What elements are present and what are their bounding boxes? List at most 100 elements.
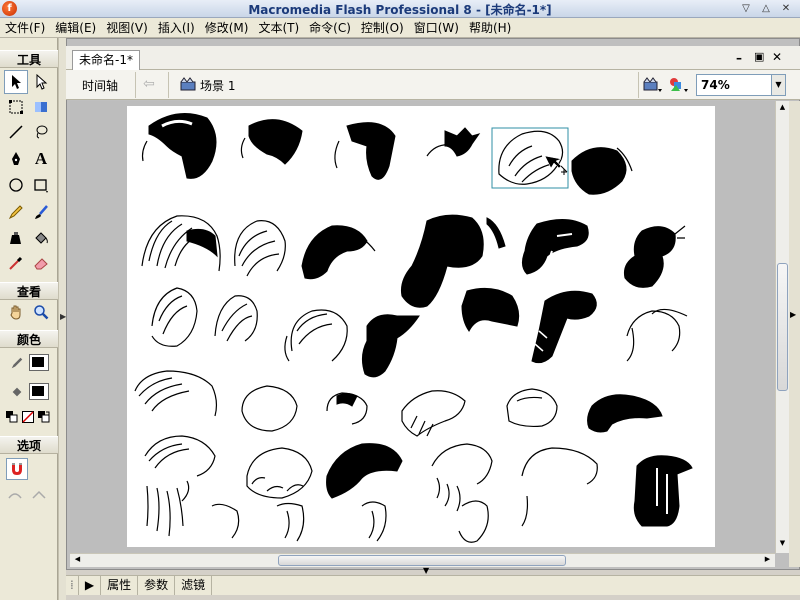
document-tab[interactable]: 未命名-1* (72, 50, 140, 70)
expand-right-panel-icon[interactable]: ▶ (790, 310, 796, 319)
edit-symbols-icon (670, 78, 688, 92)
edit-scene-button[interactable] (643, 76, 663, 94)
brush-tool-button[interactable] (29, 200, 53, 224)
tab-properties[interactable]: 属性 (101, 576, 139, 595)
expand-bottom-panel-icon[interactable]: ▼ (423, 566, 429, 575)
subselect-icon (36, 74, 48, 90)
scene-label[interactable]: 场景 1 (200, 77, 235, 94)
scroll-up-arrow-icon[interactable]: ▲ (777, 103, 788, 114)
straighten-button[interactable] (28, 486, 50, 506)
properties-panel-bar: ⁞ ▶ 属性 参数 滤镜 (66, 575, 800, 595)
pencil-icon (8, 205, 23, 220)
eyedropper-icon (9, 256, 23, 270)
menu-file[interactable]: 文件(F) (0, 18, 50, 38)
swap-colors-icon[interactable] (38, 411, 50, 423)
scroll-right-arrow-icon[interactable]: ▶ (762, 555, 773, 566)
menu-edit[interactable]: 编辑(E) (50, 18, 101, 38)
line-tool-button[interactable] (4, 120, 28, 144)
text-tool-button[interactable]: A (29, 147, 53, 171)
divider (638, 72, 639, 98)
straighten-icon (32, 490, 46, 499)
rectangle-tool-button[interactable] (29, 173, 53, 197)
stroke-pencil-icon (10, 356, 24, 370)
maximize-button[interactable]: △ (758, 1, 774, 16)
panel-expand-arrow-icon[interactable]: ▶ (79, 576, 102, 595)
oval-icon (9, 178, 23, 192)
menu-help[interactable]: 帮助(H) (464, 18, 516, 38)
lasso-icon (36, 125, 48, 139)
smooth-button[interactable] (4, 486, 26, 506)
paint-bucket-tool-button[interactable] (29, 226, 53, 250)
stage[interactable] (127, 106, 715, 547)
ink-bottle-tool-button[interactable] (4, 226, 28, 250)
hand-icon (10, 305, 21, 320)
text-icon: A (34, 149, 48, 168)
snap-to-objects-button[interactable] (6, 458, 28, 480)
eraser-tool-button[interactable] (29, 251, 53, 275)
pen-tool-button[interactable] (4, 147, 28, 171)
free-transform-tool-button[interactable] (4, 95, 28, 119)
menu-insert[interactable]: 插入(I) (153, 18, 200, 38)
arrow-tool-button[interactable] (4, 70, 28, 94)
no-color-icon[interactable] (22, 411, 34, 423)
menu-window[interactable]: 窗口(W) (409, 18, 464, 38)
horizontal-scrollbar[interactable]: ◀ ▶ (70, 553, 775, 567)
horizontal-scroll-thumb[interactable] (278, 555, 566, 566)
fill-bucket-icon (10, 385, 24, 399)
free-transform-icon (9, 100, 23, 114)
pencil-tool-button[interactable] (4, 200, 28, 224)
smooth-icon (8, 493, 22, 499)
eraser-icon (34, 258, 48, 270)
zoom-tool-button[interactable] (29, 300, 53, 324)
close-button[interactable]: ✕ (778, 1, 794, 16)
window-title: Macromedia Flash Professional 8 - [未命名-1… (248, 3, 552, 17)
line-icon (9, 125, 23, 139)
document-tab-bar (66, 46, 800, 70)
scroll-left-arrow-icon[interactable]: ◀ (72, 555, 83, 566)
menu-commands[interactable]: 命令(C) (304, 18, 356, 38)
menu-modify[interactable]: 修改(M) (200, 18, 254, 38)
rectangle-icon (34, 179, 48, 193)
divider (135, 72, 136, 98)
arrow-icon (12, 75, 21, 89)
colors-section-label: 颜色 (0, 330, 58, 348)
edit-symbols-button[interactable] (668, 76, 690, 94)
tools-section-label: 工具 (0, 50, 58, 68)
fill-color-swatch[interactable] (29, 383, 49, 400)
stroke-color-swatch[interactable] (29, 354, 49, 371)
tab-parameters[interactable]: 参数 (138, 576, 176, 595)
oval-tool-button[interactable] (4, 173, 28, 197)
vertical-scrollbar[interactable]: ▲ ▼ (775, 101, 789, 553)
edit-scene-icon (643, 77, 662, 92)
doc-close-button[interactable]: ✕ (772, 50, 782, 64)
divider (168, 72, 169, 98)
timeline-toggle[interactable]: 时间轴 (82, 77, 118, 94)
hair-clipart-artwork[interactable] (127, 106, 715, 547)
tab-filters[interactable]: 滤镜 (175, 576, 213, 595)
scene-clapper-icon (180, 77, 196, 91)
doc-minimize-button[interactable]: – (736, 51, 742, 65)
menu-view[interactable]: 视图(V) (101, 18, 153, 38)
brush-icon (35, 205, 48, 219)
right-panel-strip[interactable] (789, 101, 800, 567)
ink-bottle-icon (10, 232, 21, 244)
zoom-icon (34, 305, 49, 320)
minimize-button[interactable]: ▽ (738, 1, 754, 16)
gripper-icon[interactable]: ⁞ (66, 576, 79, 595)
magnet-icon (12, 463, 22, 475)
paint-bucket-icon (35, 232, 48, 244)
hand-tool-button[interactable] (4, 300, 28, 324)
zoom-dropdown-button[interactable]: ▼ (771, 75, 785, 95)
doc-restore-button[interactable]: ▣ (754, 50, 764, 63)
menu-control[interactable]: 控制(O) (356, 18, 409, 38)
options-section-label: 选项 (0, 436, 58, 454)
scroll-down-arrow-icon[interactable]: ▼ (777, 539, 788, 550)
gradient-transform-tool-button[interactable] (29, 95, 53, 119)
menu-text[interactable]: 文本(T) (253, 18, 304, 38)
vertical-scroll-thumb[interactable] (777, 263, 788, 391)
lasso-tool-button[interactable] (29, 120, 53, 144)
black-white-icon[interactable] (6, 411, 18, 423)
subselect-tool-button[interactable] (29, 70, 53, 94)
back-arrow-icon[interactable]: ⇦ (143, 76, 155, 92)
eyedropper-tool-button[interactable] (4, 251, 28, 275)
